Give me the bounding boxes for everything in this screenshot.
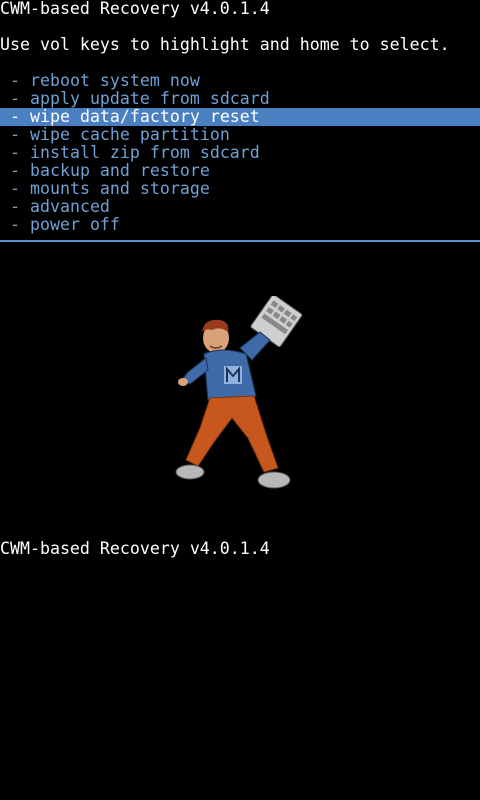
- menu-bullet: -: [10, 107, 20, 126]
- menu-separator: [0, 240, 480, 242]
- menu-bullet: -: [10, 71, 20, 90]
- andy-mascot-icon: [170, 294, 310, 496]
- menu-item-power-off[interactable]: - power off: [0, 216, 480, 234]
- menu-item-label: install zip from sdcard: [30, 143, 260, 162]
- menu-item-label: apply update from sdcard: [30, 89, 270, 108]
- menu-item-install-zip[interactable]: - install zip from sdcard: [0, 144, 480, 162]
- menu-item-label: wipe cache partition: [30, 125, 230, 144]
- menu-bullet: -: [10, 89, 20, 108]
- menu-item-label: power off: [30, 215, 120, 234]
- header-instructions: Use vol keys to highlight and home to se…: [0, 35, 450, 54]
- menu-bullet: -: [10, 143, 20, 162]
- header-title: CWM-based Recovery v4.0.1.4: [0, 0, 270, 18]
- menu-bullet: -: [10, 125, 20, 144]
- menu-item-label: backup and restore: [30, 161, 210, 180]
- menu-bullet: -: [10, 215, 20, 234]
- recovery-menu: - reboot system now - apply update from sd…: [0, 72, 480, 234]
- menu-item-wipe-cache-partition[interactable]: - wipe cache partition: [0, 126, 480, 144]
- menu-item-wipe-data-factory-reset[interactable]: - wipe data/factory reset: [0, 108, 480, 126]
- menu-bullet: -: [10, 161, 20, 180]
- menu-item-label: advanced: [30, 197, 110, 216]
- menu-bullet: -: [10, 179, 20, 198]
- menu-item-advanced[interactable]: - advanced: [0, 198, 480, 216]
- menu-item-backup-and-restore[interactable]: - backup and restore: [0, 162, 480, 180]
- footer-version: CWM-based Recovery v4.0.1.4: [0, 539, 270, 558]
- menu-bullet: -: [10, 197, 20, 216]
- menu-item-reboot-system-now[interactable]: - reboot system now: [0, 72, 480, 90]
- menu-item-label: reboot system now: [30, 71, 200, 90]
- menu-item-label: wipe data/factory reset: [30, 107, 260, 126]
- menu-item-apply-update[interactable]: - apply update from sdcard: [0, 90, 480, 108]
- menu-item-label: mounts and storage: [30, 179, 210, 198]
- menu-item-mounts-and-storage[interactable]: - mounts and storage: [0, 180, 480, 198]
